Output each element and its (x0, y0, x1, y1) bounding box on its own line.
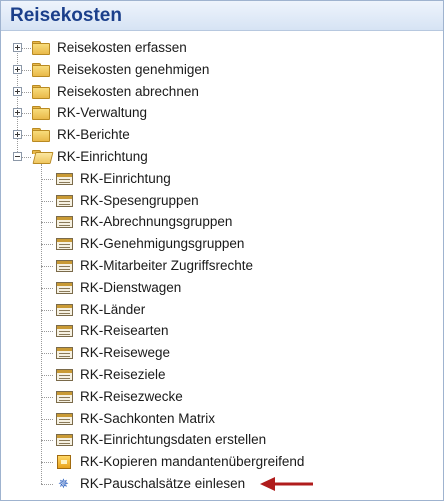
tree-folder-item[interactable]: Reisekosten abrechnen (1, 81, 443, 103)
tree-leaf-item[interactable]: RK-Abrechnungsgruppen (1, 211, 443, 233)
tree-folder-open[interactable]: RK-Einrichtung (1, 146, 443, 168)
tree-connector (41, 440, 53, 442)
tree-connector (41, 375, 53, 376)
red-arrow-icon (260, 477, 313, 491)
table-icon (56, 172, 73, 185)
folder-icon (32, 106, 50, 121)
table-icon (56, 369, 73, 381)
table-icon (56, 347, 73, 360)
panel-title: Reisekosten (1, 1, 443, 31)
tree-item-label: RK-Verwaltung (57, 105, 148, 121)
tree-connector (41, 484, 53, 485)
tree-item-label: Reisekosten erfassen (57, 40, 187, 55)
tree-connector (41, 244, 53, 246)
copy-icon (57, 455, 71, 470)
folder-icon (32, 41, 50, 55)
tree-item-label: Reisekosten genehmigen (57, 61, 210, 77)
tree-item-label: RK-Sachkonten Matrix (80, 410, 216, 426)
tree-connector (41, 396, 53, 398)
table-icon (56, 412, 73, 425)
tree-connector (41, 462, 53, 464)
tree-leaf-item[interactable]: RK-Kopieren mandantenübergreifend (1, 451, 443, 473)
tree-item-label: RK-Länder (80, 301, 146, 317)
tree-leaf-item[interactable]: RK-Genehmigungsgruppen (1, 233, 443, 255)
tree-leaf-item[interactable]: RK-Dienstwagen (1, 277, 443, 299)
open-folder-icon (32, 150, 54, 164)
tree-connector (41, 266, 53, 267)
tree-connector (41, 418, 53, 420)
tree-panel: Reisekosten Reisekosten erfassen Reisekos… (0, 0, 444, 501)
table-icon (56, 260, 73, 272)
tree-item-label: RK-Dienstwagen (80, 279, 182, 295)
tree-leaf-item[interactable]: RK-Mitarbeiter Zugriffsrechte (1, 255, 443, 277)
tree-item-label: RK-Spesengruppen (80, 192, 199, 208)
expand-icon[interactable] (13, 108, 22, 118)
tree-leaf-item[interactable]: RK-Einrichtung (1, 168, 443, 190)
tree-item-label: Reisekosten abrechnen (57, 83, 199, 99)
folder-icon (32, 128, 50, 143)
tree-connector (41, 309, 53, 311)
tree-leaf-item[interactable]: RK-Spesengruppen (1, 190, 443, 212)
tree-leaf-item[interactable]: RK-Länder (1, 299, 443, 321)
tree-item-label: RK-Reisezwecke (80, 388, 183, 404)
tree-leaf-item[interactable]: ✵ RK-Pauschalsätze einlesen (1, 473, 443, 495)
table-icon (56, 325, 73, 338)
tree-item-label: RK-Genehmigungsgruppen (80, 236, 245, 252)
tree-item-label: RK-Reiseziele (80, 367, 166, 382)
tree-item-label: RK-Einrichtungsdaten erstellen (80, 432, 267, 448)
table-icon (56, 434, 73, 447)
tree-connector (41, 287, 53, 289)
tree-leaf-item[interactable]: RK-Reisearten (1, 320, 443, 342)
tree-folder-item[interactable]: RK-Berichte (1, 124, 443, 146)
tree-folder-item[interactable]: RK-Verwaltung (1, 102, 443, 124)
folder-icon (32, 62, 50, 77)
tree-item-label: RK-Berichte (57, 127, 130, 143)
tree-leaf-item[interactable]: RK-Einrichtungsdaten erstellen (1, 429, 443, 451)
table-icon (56, 238, 73, 251)
tree-folder-item[interactable]: Reisekosten erfassen (1, 37, 443, 59)
tree-folder-item[interactable]: Reisekosten genehmigen (1, 59, 443, 81)
expand-icon[interactable] (13, 130, 22, 140)
collapse-icon[interactable] (13, 152, 22, 161)
gear-icon: ✵ (58, 476, 69, 491)
tree-connector (41, 222, 53, 224)
tree-leaf-item[interactable]: RK-Reisewege (1, 342, 443, 364)
folder-icon (32, 84, 50, 99)
tree-leaf-item[interactable]: RK-Sachkonten Matrix (1, 408, 443, 430)
tree-leaf-item[interactable]: RK-Reiseziele (1, 364, 443, 386)
expand-icon[interactable] (13, 64, 22, 74)
tree-item-label: RK-Einrichtung (80, 170, 171, 186)
table-icon (56, 216, 73, 229)
table-icon (56, 390, 73, 403)
expand-icon[interactable] (13, 43, 22, 52)
tree-item-label: RK-Mitarbeiter Zugriffsrechte (80, 258, 254, 273)
table-icon (56, 303, 73, 316)
tree-item-label: RK-Abrechnungsgruppen (80, 214, 233, 230)
tree-item-label: RK-Reisewege (80, 345, 171, 361)
table-icon (56, 194, 73, 207)
tree-item-label: RK-Reisearten (80, 323, 169, 339)
tree-connector (41, 178, 53, 180)
tree-item-label: RK-Pauschalsätze einlesen (80, 476, 246, 491)
expand-icon[interactable] (13, 86, 22, 96)
tree-item-label: RK-Einrichtung (57, 149, 148, 164)
tree-item-label: RK-Kopieren mandantenübergreifend (80, 454, 305, 470)
tree-leaf-item[interactable]: RK-Reisezwecke (1, 386, 443, 408)
tree-connector (41, 353, 53, 355)
tree-connector (41, 331, 53, 333)
tree-connector (41, 200, 53, 202)
table-icon (56, 281, 73, 294)
